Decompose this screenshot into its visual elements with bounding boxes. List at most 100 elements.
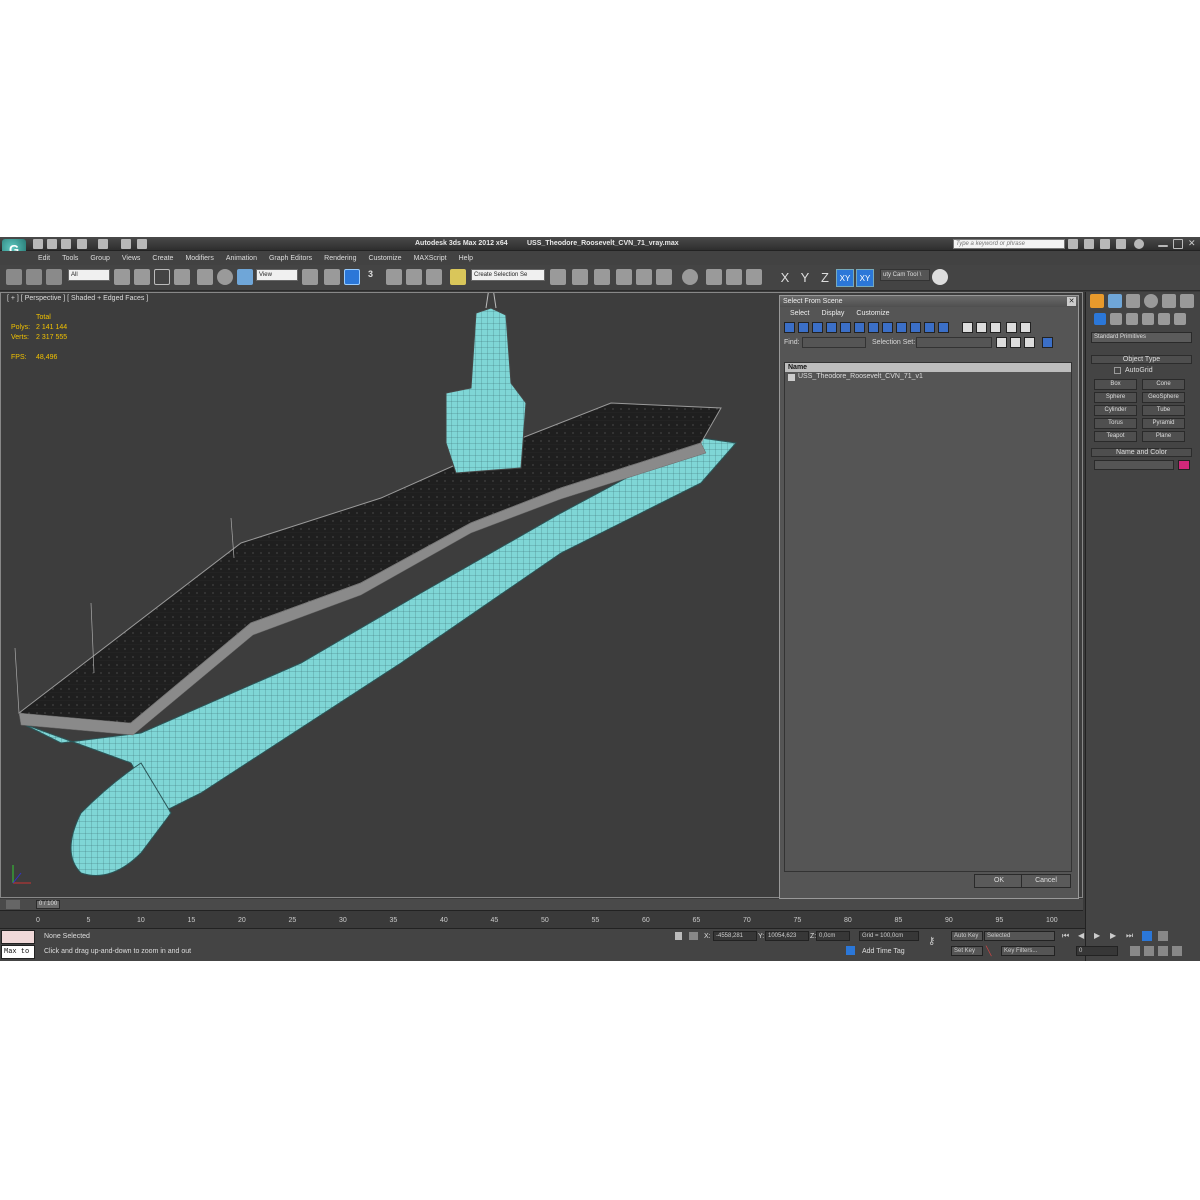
cylinder-button[interactable]: Cylinder	[1094, 405, 1137, 416]
menu-customize[interactable]: Customize	[362, 255, 407, 262]
shapes-icon[interactable]	[1110, 313, 1122, 325]
scale-icon[interactable]	[237, 269, 253, 285]
select-manipulate-icon[interactable]	[324, 269, 340, 285]
menu-group[interactable]: Group	[84, 255, 115, 262]
cameras-icon[interactable]	[1142, 313, 1154, 325]
dialog-menu-display[interactable]: Display	[821, 310, 844, 317]
axis-xy-cycle-button[interactable]: XY	[856, 269, 874, 287]
set-key-button[interactable]: Set Key	[951, 946, 983, 956]
filter-xrefs-icon[interactable]	[882, 322, 893, 333]
new-file-icon[interactable]	[33, 239, 43, 249]
keyboard-shortcut-override-icon[interactable]	[344, 269, 360, 285]
next-frame-icon[interactable]: ▶	[1110, 931, 1116, 940]
lights-icon[interactable]	[1126, 313, 1138, 325]
rotate-icon[interactable]	[217, 269, 233, 285]
selset-new-icon[interactable]	[996, 337, 1007, 348]
named-selection-dropdown[interactable]: Create Selection Se	[471, 269, 545, 281]
filter-funnel-icon[interactable]	[1006, 322, 1017, 333]
utilities-tab-icon[interactable]	[1180, 294, 1194, 308]
cancel-button[interactable]: Cancel	[1021, 874, 1071, 888]
viewport-label[interactable]: [ + ] [ Perspective ] [ Shaded + Edged F…	[7, 295, 148, 302]
filter-containers-icon[interactable]	[910, 322, 921, 333]
mini-curve-editor-icon[interactable]	[6, 900, 20, 909]
orbit-icon[interactable]	[1172, 946, 1182, 956]
tube-button[interactable]: Tube	[1142, 405, 1185, 416]
track-bar[interactable]: 0 5 10 15 20 25 30 35 40 45 50 55 60 65 70 75 80 85 90 95 10…	[0, 910, 1083, 928]
geosphere-button[interactable]: GeoSphere	[1142, 392, 1185, 403]
selection-set-dropdown[interactable]	[916, 337, 992, 348]
window-crossing-icon[interactable]	[174, 269, 190, 285]
search-input[interactable]: Type a keyword or phrase	[953, 239, 1065, 249]
dialog-title[interactable]: Select From Scene	[780, 296, 1078, 307]
percent-snap-icon[interactable]	[406, 269, 422, 285]
filter-geometry-icon[interactable]	[784, 322, 795, 333]
cam-tool-button[interactable]: uty Cam Tool \	[880, 269, 930, 281]
render-setup-icon[interactable]	[706, 269, 722, 285]
display-none-icon[interactable]	[976, 322, 987, 333]
align-icon[interactable]	[572, 269, 588, 285]
redo-icon[interactable]	[98, 239, 108, 249]
menu-rendering[interactable]: Rendering	[318, 255, 362, 262]
menu-views[interactable]: Views	[116, 255, 147, 262]
subscription-icon[interactable]	[1084, 239, 1094, 249]
filter-frozen-icon[interactable]	[924, 322, 935, 333]
project-folder-icon[interactable]	[121, 239, 131, 249]
field-of-view-icon[interactable]	[1144, 946, 1154, 956]
modify-tab-icon[interactable]	[1108, 294, 1122, 308]
teapot-button[interactable]: Teapot	[1094, 431, 1137, 442]
hierarchy-tab-icon[interactable]	[1126, 294, 1140, 308]
mirror-icon[interactable]	[550, 269, 566, 285]
key-mode-dropdown[interactable]: Selected	[984, 931, 1055, 941]
object-color-swatch[interactable]	[1178, 460, 1190, 470]
pyramid-button[interactable]: Pyramid	[1142, 418, 1185, 429]
zoom-all-icon[interactable]	[1158, 931, 1168, 941]
pan-icon[interactable]	[1158, 946, 1168, 956]
selection-filter-dropdown[interactable]: All	[68, 269, 110, 281]
object-type-rollout[interactable]: Object Type	[1091, 355, 1192, 364]
key-filters-button[interactable]: Key Filters...	[1001, 946, 1055, 956]
axis-z-button[interactable]: Z	[816, 269, 834, 287]
scene-explorer-icon[interactable]	[594, 269, 610, 285]
filter-shapes-icon[interactable]	[798, 322, 809, 333]
open-file-icon[interactable]	[47, 239, 57, 249]
communication-icon[interactable]	[1100, 239, 1110, 249]
filter-lights-icon[interactable]	[812, 322, 823, 333]
graphite-tools-icon[interactable]	[636, 269, 652, 285]
link-icon[interactable]	[6, 269, 22, 285]
binoculars-icon[interactable]	[1068, 239, 1078, 249]
move-icon[interactable]	[197, 269, 213, 285]
render-production-icon[interactable]	[746, 269, 762, 285]
y-coordinate-field[interactable]: 10054,623	[765, 931, 809, 941]
go-to-start-icon[interactable]: ⏮	[1062, 931, 1069, 941]
display-invert-icon[interactable]	[990, 322, 1001, 333]
primitive-category-dropdown[interactable]: Standard Primitives	[1091, 332, 1192, 343]
selset-remove-icon[interactable]	[1010, 337, 1021, 348]
select-object-icon[interactable]	[114, 269, 130, 285]
add-time-tag-button[interactable]: Add Time Tag	[862, 948, 905, 955]
menu-help[interactable]: Help	[453, 255, 479, 262]
previous-frame-icon[interactable]: ◀	[1078, 931, 1084, 940]
key-icon[interactable]: ⚷	[928, 937, 944, 947]
time-config-icon[interactable]	[1130, 946, 1140, 956]
reference-coordinate-dropdown[interactable]: View	[256, 269, 298, 281]
play-icon[interactable]: ▶	[1094, 931, 1100, 940]
layer-manager-icon[interactable]	[616, 269, 632, 285]
geometry-icon[interactable]	[1094, 313, 1106, 325]
edit-named-selection-icon[interactable]	[450, 269, 466, 285]
save-file-icon[interactable]	[61, 239, 71, 249]
pivot-center-icon[interactable]	[302, 269, 318, 285]
window-icon[interactable]	[137, 239, 147, 249]
filter-hidden-icon[interactable]	[938, 322, 949, 333]
menu-create[interactable]: Create	[146, 255, 179, 262]
axis-x-button[interactable]: X	[776, 269, 794, 287]
menu-tools[interactable]: Tools	[56, 255, 84, 262]
box-button[interactable]: Box	[1094, 379, 1137, 390]
angle-snap-icon[interactable]	[386, 269, 402, 285]
menu-edit[interactable]: Edit	[32, 255, 56, 262]
hierarchy-toggle-icon[interactable]	[1042, 337, 1053, 348]
axis-xy-button[interactable]: XY	[836, 269, 854, 287]
go-to-end-icon[interactable]: ⏭	[1126, 931, 1133, 941]
z-coordinate-field[interactable]: 0,0cm	[816, 931, 850, 941]
axis-y-button[interactable]: Y	[796, 269, 814, 287]
unlink-icon[interactable]	[26, 269, 42, 285]
